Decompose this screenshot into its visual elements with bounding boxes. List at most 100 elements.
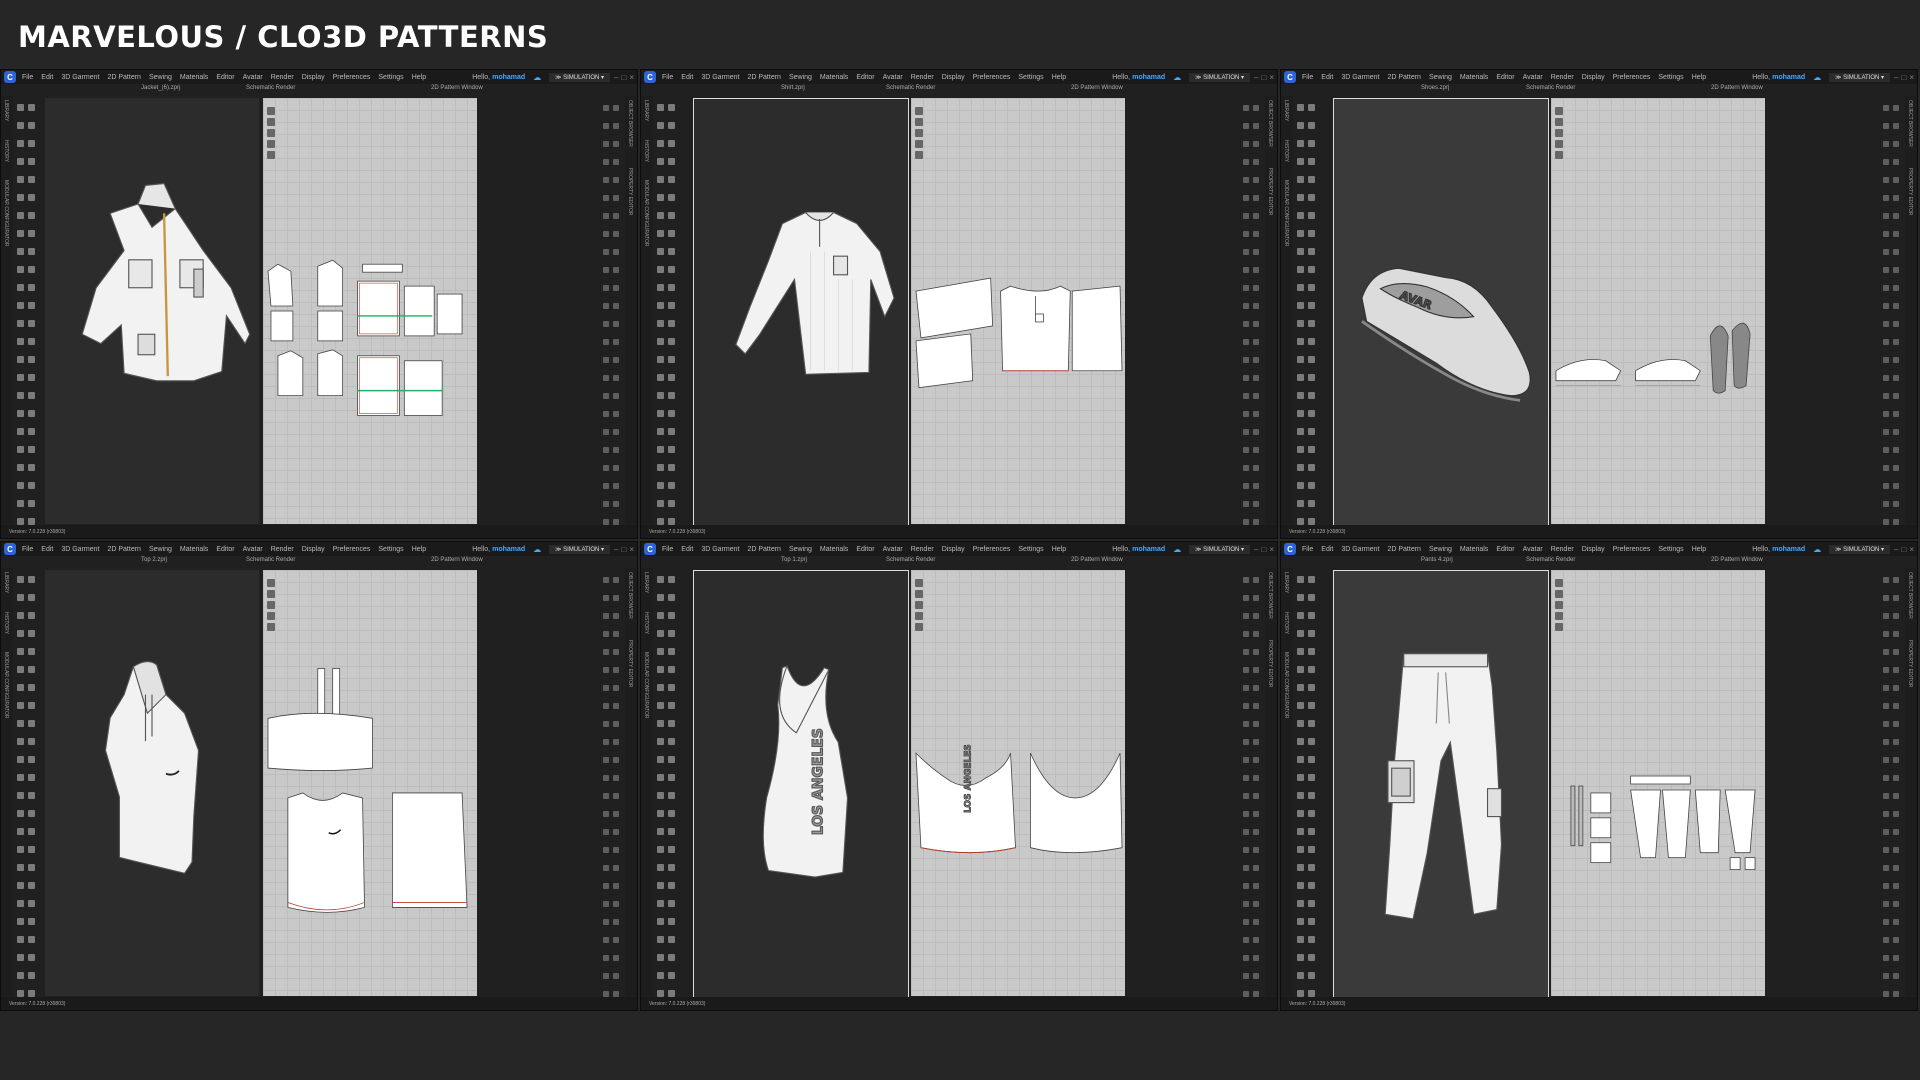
tool-icon[interactable]	[1243, 955, 1249, 961]
tool-icon[interactable]	[1297, 230, 1304, 237]
tool-icon[interactable]	[1893, 447, 1899, 453]
menu-item-render[interactable]: Render	[271, 74, 294, 81]
menu-item-display[interactable]: Display	[942, 74, 965, 81]
tool-icon[interactable]	[668, 648, 675, 655]
tool-icon[interactable]	[1893, 811, 1899, 817]
tool-icon[interactable]	[1243, 321, 1249, 327]
tool-icon[interactable]	[1883, 577, 1889, 583]
tool-icon[interactable]	[657, 284, 664, 291]
tool-icon[interactable]	[668, 990, 675, 997]
2d-pattern-window[interactable]	[263, 98, 477, 524]
tool-icon[interactable]	[1883, 901, 1889, 907]
tool-icon[interactable]	[28, 446, 35, 453]
tool-icon[interactable]	[613, 141, 619, 147]
tool-icon[interactable]	[1297, 392, 1304, 399]
tool-icon[interactable]	[668, 320, 675, 327]
menu-item-display[interactable]: Display	[302, 74, 325, 81]
tool-icon[interactable]	[657, 828, 664, 835]
tool-icon[interactable]	[613, 811, 619, 817]
tool-icon[interactable]	[1308, 702, 1315, 709]
tool-icon[interactable]	[1883, 757, 1889, 763]
clo-logo-icon[interactable]: C	[4, 543, 16, 555]
tool-icon[interactable]	[668, 900, 675, 907]
tool-icon[interactable]	[1308, 972, 1315, 979]
tool-icon[interactable]	[613, 177, 619, 183]
tool-icon[interactable]	[1308, 482, 1315, 489]
tool-icon[interactable]	[668, 666, 675, 673]
tool-icon[interactable]	[28, 464, 35, 471]
menu-item-editor[interactable]: Editor	[856, 74, 874, 81]
menu-item-avatar[interactable]: Avatar	[883, 74, 903, 81]
tool-icon[interactable]	[17, 810, 24, 817]
tool-icon[interactable]	[603, 213, 609, 219]
tool-icon[interactable]	[603, 429, 609, 435]
menu-item-file[interactable]: File	[22, 74, 33, 81]
tool-icon[interactable]	[17, 864, 24, 871]
tool-icon[interactable]	[668, 176, 675, 183]
tool-icon[interactable]	[1893, 393, 1899, 399]
tool-icon[interactable]	[1297, 882, 1304, 889]
tool-icon[interactable]	[657, 338, 664, 345]
tool-icon[interactable]	[28, 648, 35, 655]
tool-icon[interactable]	[1297, 936, 1304, 943]
tool-icon[interactable]	[1297, 972, 1304, 979]
tool-icon[interactable]	[1893, 357, 1899, 363]
tool-icon[interactable]	[28, 140, 35, 147]
left-tab-library[interactable]: LIBRARY	[3, 100, 9, 121]
tool-icon[interactable]	[1243, 919, 1249, 925]
cloud-icon[interactable]: ☁	[533, 545, 541, 554]
menu-item-display[interactable]: Display	[302, 546, 325, 553]
tool-icon[interactable]	[668, 756, 675, 763]
tool-icon[interactable]	[613, 631, 619, 637]
clo-logo-icon[interactable]: C	[644, 71, 656, 83]
tool-icon[interactable]	[657, 774, 664, 781]
tool-icon[interactable]	[613, 757, 619, 763]
menu-item-preferences[interactable]: Preferences	[1613, 74, 1651, 81]
tool-icon[interactable]	[668, 918, 675, 925]
tool-icon[interactable]	[613, 339, 619, 345]
tool-icon[interactable]	[657, 576, 664, 583]
clo-logo-icon[interactable]: C	[1284, 71, 1296, 83]
tool-icon[interactable]	[1893, 141, 1899, 147]
tool-icon[interactable]	[1253, 685, 1259, 691]
tool-icon[interactable]	[657, 392, 664, 399]
tool-icon[interactable]	[1297, 756, 1304, 763]
tool-icon[interactable]	[1883, 847, 1889, 853]
tool-icon[interactable]	[613, 501, 619, 507]
tool-icon[interactable]	[1308, 792, 1315, 799]
tool-icon[interactable]	[1893, 847, 1899, 853]
tool-icon[interactable]	[17, 104, 24, 111]
left-tab-modular-configurator[interactable]: MODULAR CONFIGURATOR	[1283, 652, 1289, 718]
tool-icon[interactable]	[1253, 159, 1259, 165]
tool-icon[interactable]	[1883, 829, 1889, 835]
tool-icon[interactable]	[28, 900, 35, 907]
tool-icon[interactable]	[17, 320, 24, 327]
tool-icon[interactable]	[657, 666, 664, 673]
tool-icon[interactable]	[1243, 375, 1249, 381]
tool-icon[interactable]	[1253, 613, 1259, 619]
tool-icon[interactable]	[657, 158, 664, 165]
tool-icon[interactable]	[1243, 685, 1249, 691]
tool-icon[interactable]	[1308, 248, 1315, 255]
tool-icon[interactable]	[603, 375, 609, 381]
tool-icon[interactable]	[1308, 374, 1315, 381]
tool-icon[interactable]	[613, 303, 619, 309]
right-tab-object-browser[interactable]: OBJECT BROWSER	[627, 100, 633, 147]
tool-icon[interactable]	[603, 793, 609, 799]
menu-item-file[interactable]: File	[22, 546, 33, 553]
tool-icon[interactable]	[613, 375, 619, 381]
menu-item-file[interactable]: File	[662, 74, 673, 81]
tool-icon[interactable]	[1297, 482, 1304, 489]
tool-icon[interactable]	[1297, 666, 1304, 673]
right-tab-property-editor[interactable]: PROPERTY EDITOR	[627, 168, 633, 216]
tool-icon[interactable]	[1308, 648, 1315, 655]
tool-icon[interactable]	[1308, 576, 1315, 583]
tool-icon[interactable]	[1883, 213, 1889, 219]
tool-icon[interactable]	[668, 122, 675, 129]
simulation-toggle[interactable]: ≫ SIMULATION ▾	[1829, 72, 1891, 82]
tool-icon[interactable]	[1253, 249, 1259, 255]
tool-icon[interactable]	[1893, 231, 1899, 237]
tool-icon[interactable]	[668, 518, 675, 525]
tool-icon[interactable]	[1308, 446, 1315, 453]
tool-icon[interactable]	[1893, 105, 1899, 111]
